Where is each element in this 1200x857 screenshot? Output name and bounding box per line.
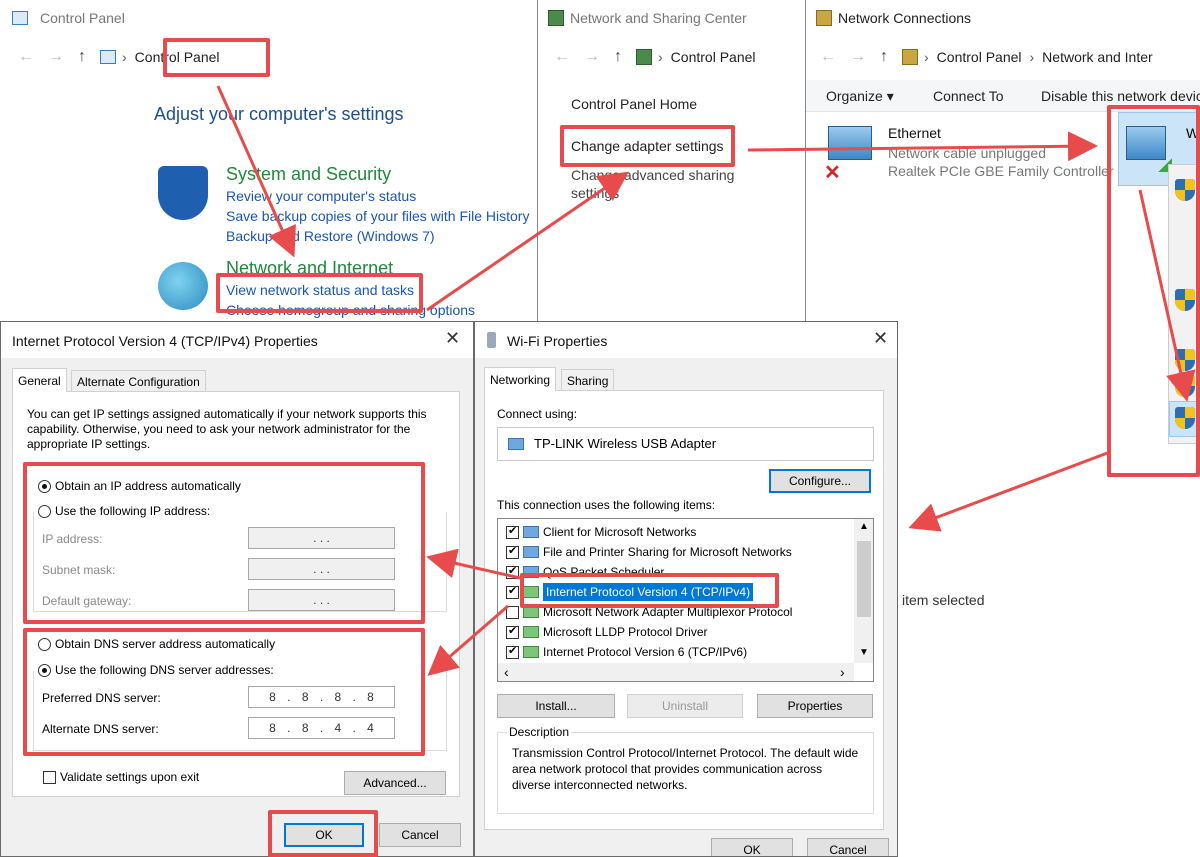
arrow-cp-to-network: [216, 85, 296, 258]
arrow-ipv4-to-dns: [427, 604, 509, 676]
arrow-adapter-to-wifi: [747, 131, 1098, 162]
annotation-arrows: [216, 85, 1196, 676]
arrow-wifi-to-menu: [1138, 189, 1196, 402]
arrow-menu-to-dialog: [908, 450, 1111, 532]
arrow-network-to-adapter: [426, 171, 629, 312]
tab-networking[interactable]: Networking: [484, 367, 557, 391]
tab-general[interactable]: General: [12, 368, 67, 392]
arrow-ipv4-to-ip: [426, 548, 521, 580]
